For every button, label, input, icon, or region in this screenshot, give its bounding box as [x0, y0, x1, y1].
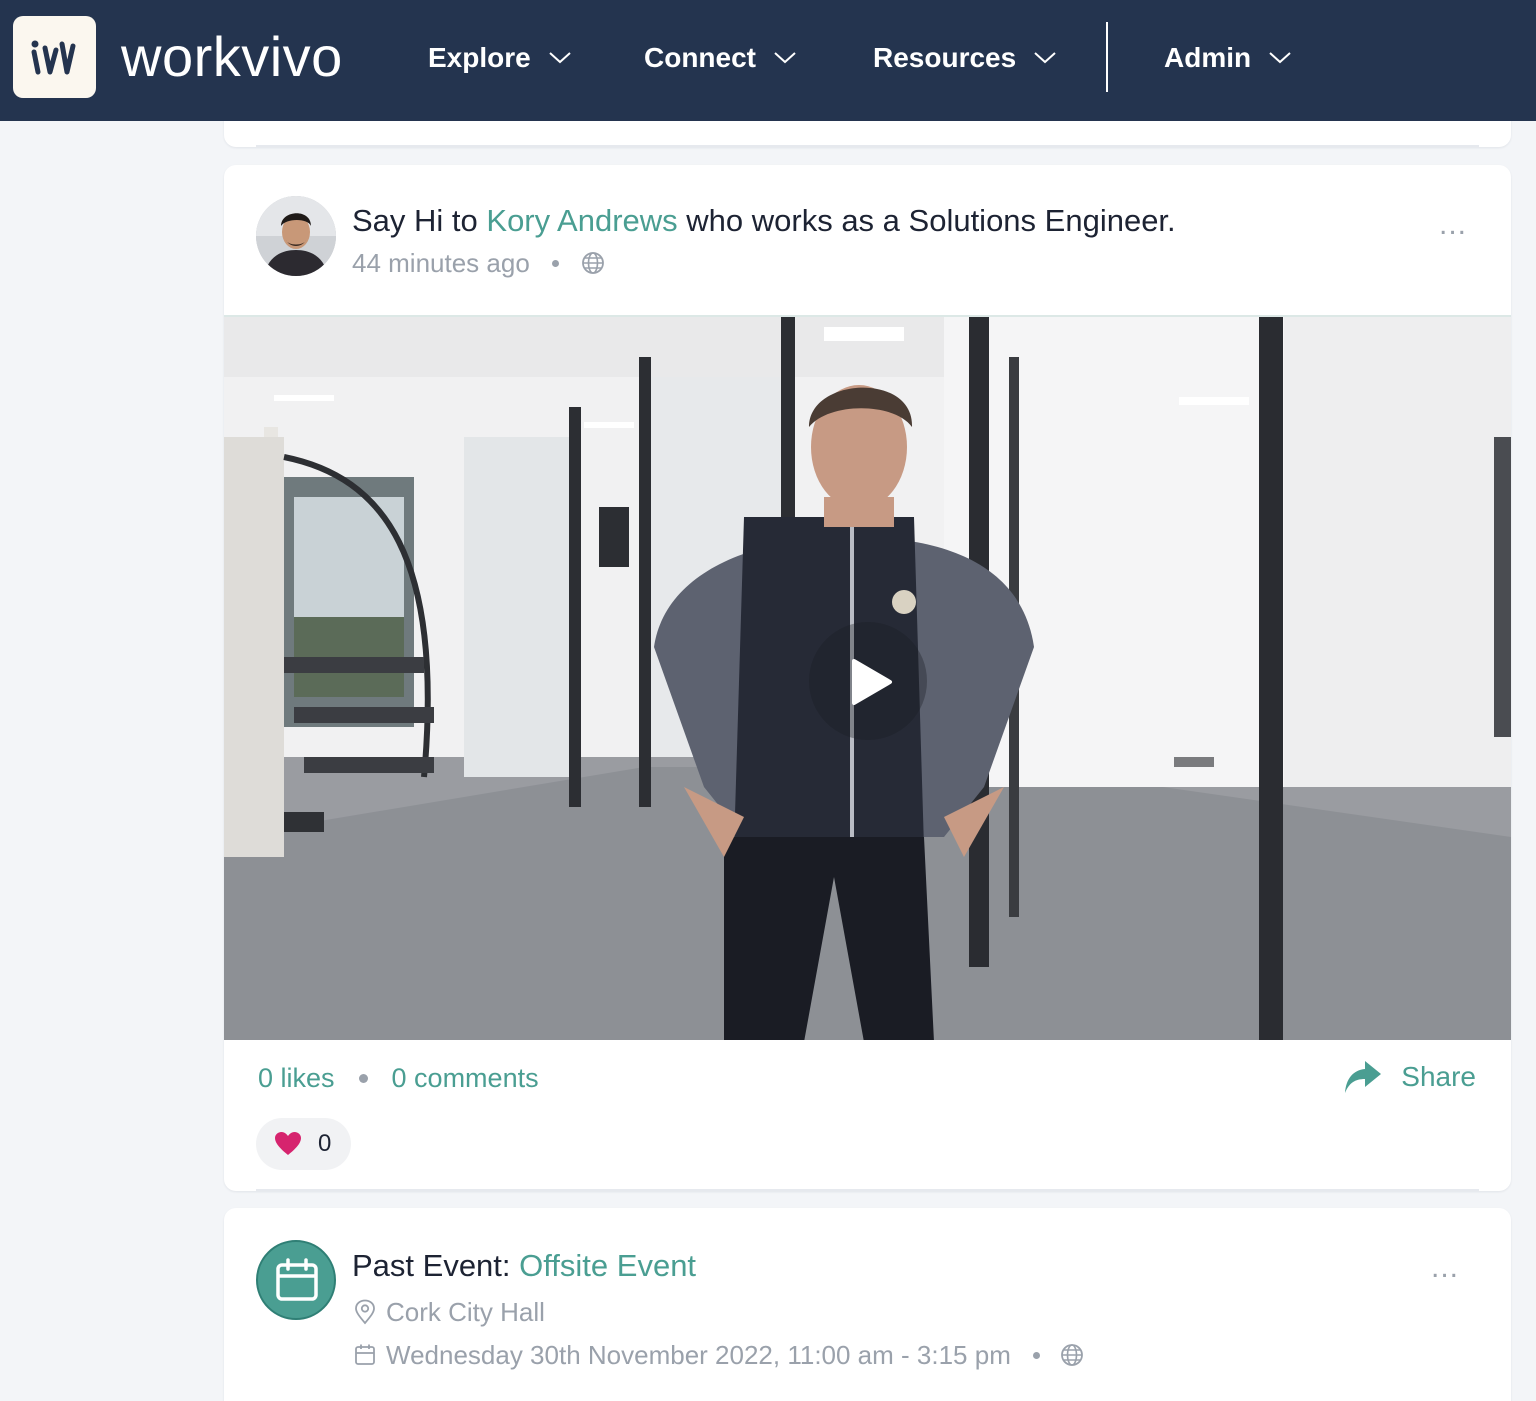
event-title: Past Event: Offsite Event	[352, 1246, 696, 1286]
chevron-down-icon	[549, 52, 571, 64]
more-options-icon[interactable]: ...	[1431, 1253, 1459, 1283]
headline-prefix: Say Hi to	[352, 203, 487, 238]
heart-reaction-button[interactable]: 0	[256, 1118, 351, 1170]
nav-explore[interactable]: Explore	[428, 38, 571, 78]
nav-connect-label: Connect	[644, 42, 756, 73]
event-location: Cork City Hall	[354, 1296, 545, 1328]
event-location-text: Cork City Hall	[386, 1297, 545, 1327]
profile-photo-icon	[256, 196, 336, 276]
post-headline: Say Hi to Kory Andrews who works as a So…	[352, 201, 1176, 241]
location-pin-icon	[355, 1299, 375, 1325]
headline-suffix: who works as a Solutions Engineer.	[677, 203, 1176, 238]
post-timestamp: 44 minutes ago	[352, 248, 530, 278]
top-navigation-bar: workvivo Explore Connect Resources Admin	[0, 0, 1536, 121]
chevron-down-icon	[774, 52, 796, 64]
logo-mark-icon	[31, 40, 76, 75]
calendar-icon	[276, 1258, 318, 1301]
play-icon	[852, 659, 892, 705]
comments-link[interactable]: 0 comments	[392, 1061, 539, 1095]
divider	[256, 145, 1479, 147]
post-card: Say Hi to Kory Andrews who works as a So…	[224, 165, 1511, 1191]
event-title-link[interactable]: Offsite Event	[519, 1248, 696, 1283]
brand-name: workvivo	[121, 25, 343, 88]
share-label: Share	[1401, 1061, 1476, 1092]
separator-dot	[551, 259, 559, 267]
likes-link[interactable]: 0 likes	[258, 1061, 335, 1095]
play-button[interactable]	[809, 622, 927, 740]
workvivo-logo[interactable]	[13, 16, 96, 98]
nav-admin-label: Admin	[1164, 42, 1252, 73]
nav-divider	[1106, 22, 1108, 92]
divider	[256, 1189, 1479, 1191]
chevron-down-icon	[1269, 52, 1291, 64]
nav-resources[interactable]: Resources	[873, 38, 1056, 78]
nav-resources-label: Resources	[873, 42, 1017, 73]
event-badge	[256, 1240, 336, 1320]
nav-explore-label: Explore	[428, 42, 531, 73]
post-stats: 0 likes 0 comments	[258, 1061, 539, 1095]
calendar-small-icon	[355, 1344, 375, 1365]
nav-admin[interactable]: Admin	[1164, 38, 1291, 78]
avatar[interactable]	[256, 196, 336, 276]
event-date: Wednesday 30th November 2022, 11:00 am -…	[354, 1339, 1094, 1371]
event-card: Past Event: Offsite Event ... Cork City …	[224, 1208, 1511, 1401]
share-arrow-icon	[1345, 1061, 1382, 1093]
heart-icon	[275, 1132, 301, 1155]
event-prefix: Past Event:	[352, 1248, 520, 1283]
share-button[interactable]: Share	[1343, 1059, 1476, 1095]
separator-dot	[1032, 1351, 1040, 1359]
person-name-link[interactable]: Kory Andrews	[486, 203, 677, 238]
reaction-count: 0	[318, 1130, 332, 1157]
globe-icon	[581, 252, 604, 274]
event-datetime-text: Wednesday 30th November 2022, 11:00 am -…	[386, 1340, 1011, 1370]
more-options-icon[interactable]: ...	[1439, 210, 1467, 240]
nav-connect[interactable]: Connect	[644, 38, 796, 78]
video-player[interactable]	[224, 315, 1511, 1040]
globe-icon	[1060, 1344, 1083, 1366]
post-meta: 44 minutes ago	[352, 247, 605, 279]
chevron-down-icon	[1034, 52, 1056, 64]
separator-dot	[358, 1073, 368, 1083]
